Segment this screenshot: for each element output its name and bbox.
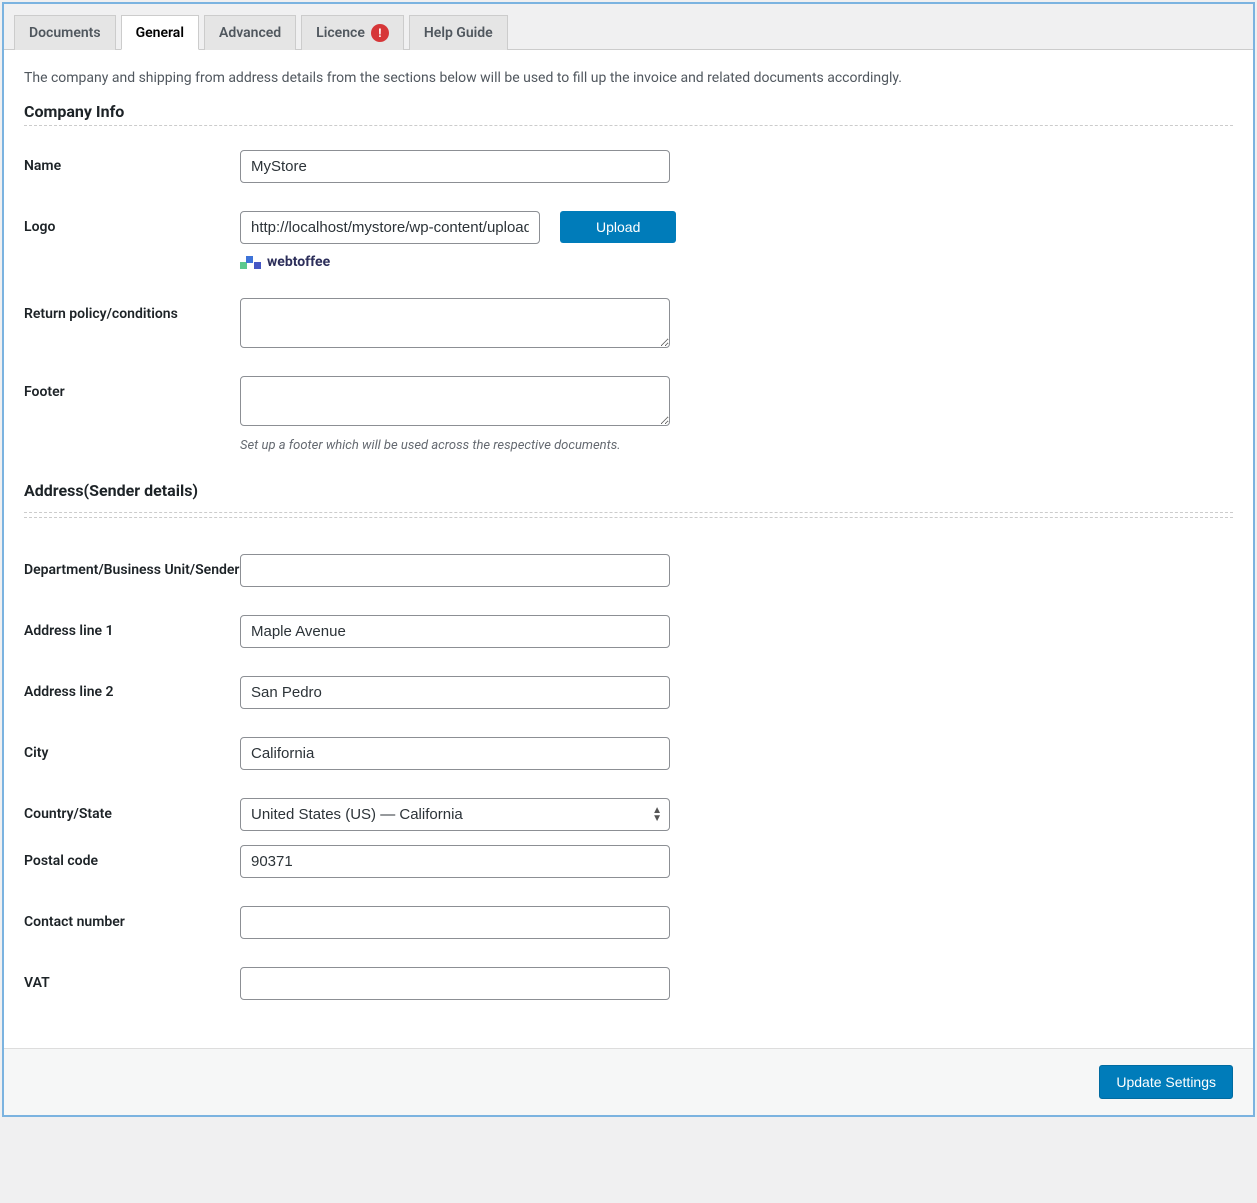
contact-input[interactable] bbox=[240, 906, 670, 939]
tab-general[interactable]: General bbox=[121, 15, 199, 50]
label-contact: Contact number bbox=[24, 906, 240, 930]
footer-bar: Update Settings bbox=[4, 1048, 1253, 1115]
section-company-heading: Company Info bbox=[24, 102, 1233, 121]
upload-button[interactable]: Upload bbox=[560, 211, 676, 243]
label-name: Name bbox=[24, 150, 240, 174]
divider bbox=[24, 125, 1233, 126]
label-address1: Address line 1 bbox=[24, 615, 240, 639]
city-input[interactable] bbox=[240, 737, 670, 770]
label-postal: Postal code bbox=[24, 845, 240, 869]
country-state-select[interactable]: United States (US) — California bbox=[240, 798, 670, 831]
tab-documents[interactable]: Documents bbox=[14, 15, 116, 50]
label-city: City bbox=[24, 737, 240, 761]
divider bbox=[24, 517, 1233, 518]
tab-licence-label: Licence bbox=[316, 25, 365, 41]
label-logo: Logo bbox=[24, 211, 240, 235]
label-footer: Footer bbox=[24, 376, 240, 400]
name-input[interactable] bbox=[240, 150, 670, 183]
label-vat: VAT bbox=[24, 967, 240, 991]
alert-icon: ! bbox=[371, 24, 389, 42]
vat-input[interactable] bbox=[240, 967, 670, 1000]
footer-textarea[interactable] bbox=[240, 376, 670, 426]
logo-mark-icon bbox=[240, 256, 261, 269]
tab-help[interactable]: Help Guide bbox=[409, 15, 508, 50]
department-input[interactable] bbox=[240, 554, 670, 587]
divider bbox=[24, 504, 1233, 513]
address1-input[interactable] bbox=[240, 615, 670, 648]
intro-text: The company and shipping from address de… bbox=[24, 70, 1233, 86]
tab-licence[interactable]: Licence ! bbox=[301, 15, 404, 50]
label-return-policy: Return policy/conditions bbox=[24, 298, 240, 322]
tab-advanced[interactable]: Advanced bbox=[204, 15, 296, 50]
update-settings-button[interactable]: Update Settings bbox=[1099, 1065, 1233, 1099]
footer-help-text: Set up a footer which will be used acros… bbox=[240, 438, 670, 453]
postal-input[interactable] bbox=[240, 845, 670, 878]
logo-preview-text: webtoffee bbox=[267, 254, 330, 270]
section-address-heading: Address(Sender details) bbox=[24, 481, 1233, 500]
label-country-state: Country/State bbox=[24, 798, 240, 822]
label-address2: Address line 2 bbox=[24, 676, 240, 700]
return-policy-textarea[interactable] bbox=[240, 298, 670, 348]
label-department: Department/Business Unit/Sender bbox=[24, 554, 240, 578]
logo-url-input[interactable] bbox=[240, 211, 540, 244]
address2-input[interactable] bbox=[240, 676, 670, 709]
tabs-wrapper: Documents General Advanced Licence ! Hel… bbox=[4, 4, 1253, 50]
logo-preview: webtoffee bbox=[240, 254, 676, 270]
